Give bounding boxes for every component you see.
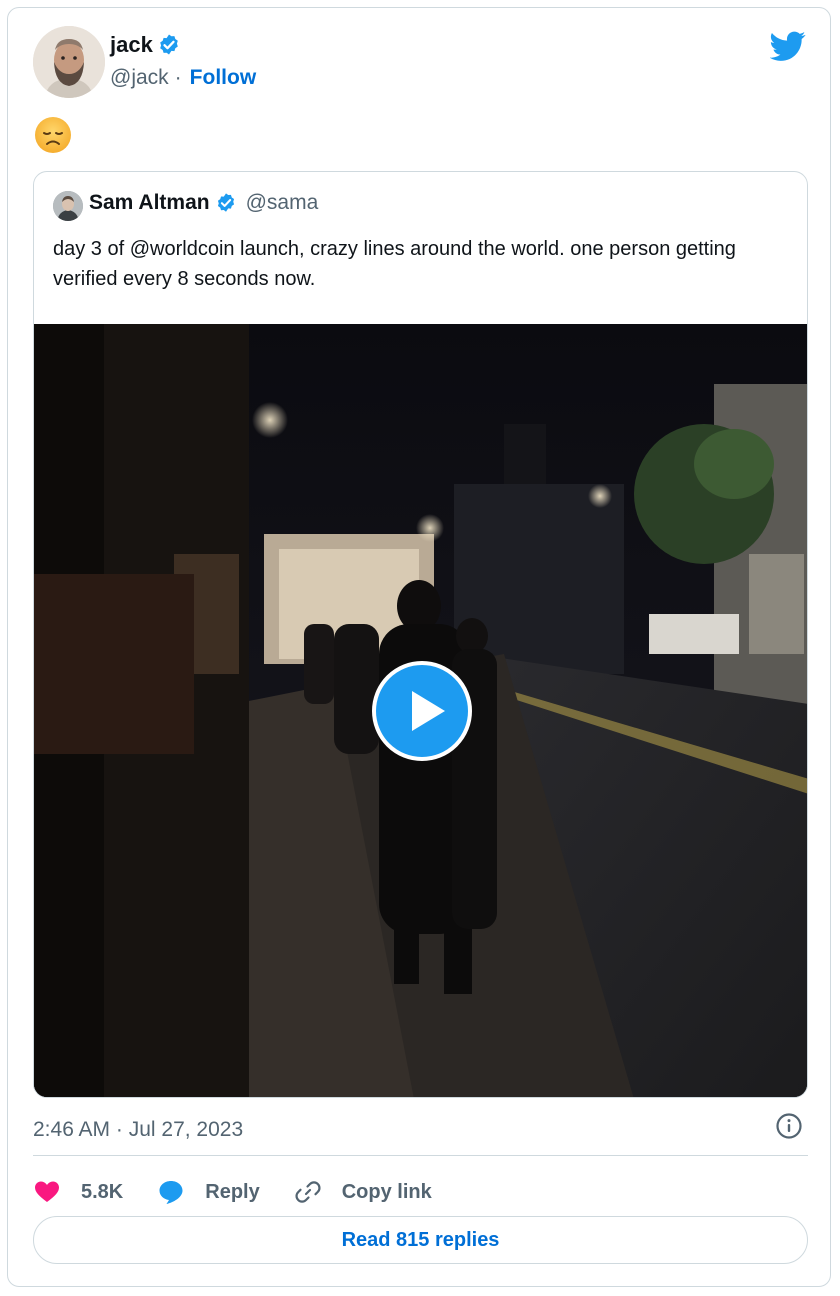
quoted-author-row: Sam Altman @sama: [89, 191, 318, 215]
copy-link-label: Copy link: [341, 1180, 432, 1203]
quoted-tweet-text: day 3 of @worldcoin launch, crazy lines …: [53, 238, 736, 290]
follow-link[interactable]: Follow: [190, 66, 257, 90]
embedded-tweet-card: jack @jack · Follow Sam Altman @sama day…: [7, 7, 831, 1287]
link-icon: [295, 1181, 321, 1203]
info-icon[interactable]: [775, 1112, 803, 1140]
divider: [33, 1155, 808, 1156]
verified-badge-icon: [160, 34, 178, 55]
author-name[interactable]: jack: [110, 32, 153, 58]
video-player[interactable]: [34, 324, 807, 1097]
disappointed-face-icon: [35, 117, 71, 153]
play-button[interactable]: [372, 661, 472, 761]
tweet-timestamp[interactable]: 2:46 AM · Jul 27, 2023: [33, 1118, 243, 1142]
like-count: 5.8K: [81, 1180, 124, 1203]
play-icon: [412, 691, 445, 731]
author-name-row: jack: [110, 32, 181, 58]
reply-label: Reply: [205, 1180, 260, 1203]
author-handle-row: @jack · Follow: [110, 66, 256, 90]
quoted-author-handle[interactable]: @sama: [246, 191, 319, 215]
quoted-tweet[interactable]: Sam Altman @sama day 3 of @worldcoin lau…: [33, 171, 808, 1098]
like-button[interactable]: 5.8K: [33, 1178, 123, 1206]
verified-badge-icon: [217, 193, 234, 212]
author-handle[interactable]: @jack: [110, 66, 169, 90]
read-replies-button[interactable]: Read 815 replies: [33, 1216, 808, 1264]
reply-button[interactable]: Reply: [157, 1178, 260, 1206]
copy-link-button[interactable]: Copy link: [294, 1178, 432, 1206]
quoted-author-avatar[interactable]: [53, 191, 83, 221]
quoted-author-name[interactable]: Sam Altman: [89, 191, 210, 215]
handle-separator: ·: [174, 66, 182, 89]
speech-bubble-icon: [159, 1181, 183, 1204]
heart-icon: [35, 1181, 59, 1202]
action-bar: 5.8K Reply Copy link: [33, 1172, 466, 1212]
twitter-bird-icon[interactable]: [770, 28, 806, 64]
author-avatar[interactable]: [33, 26, 105, 98]
